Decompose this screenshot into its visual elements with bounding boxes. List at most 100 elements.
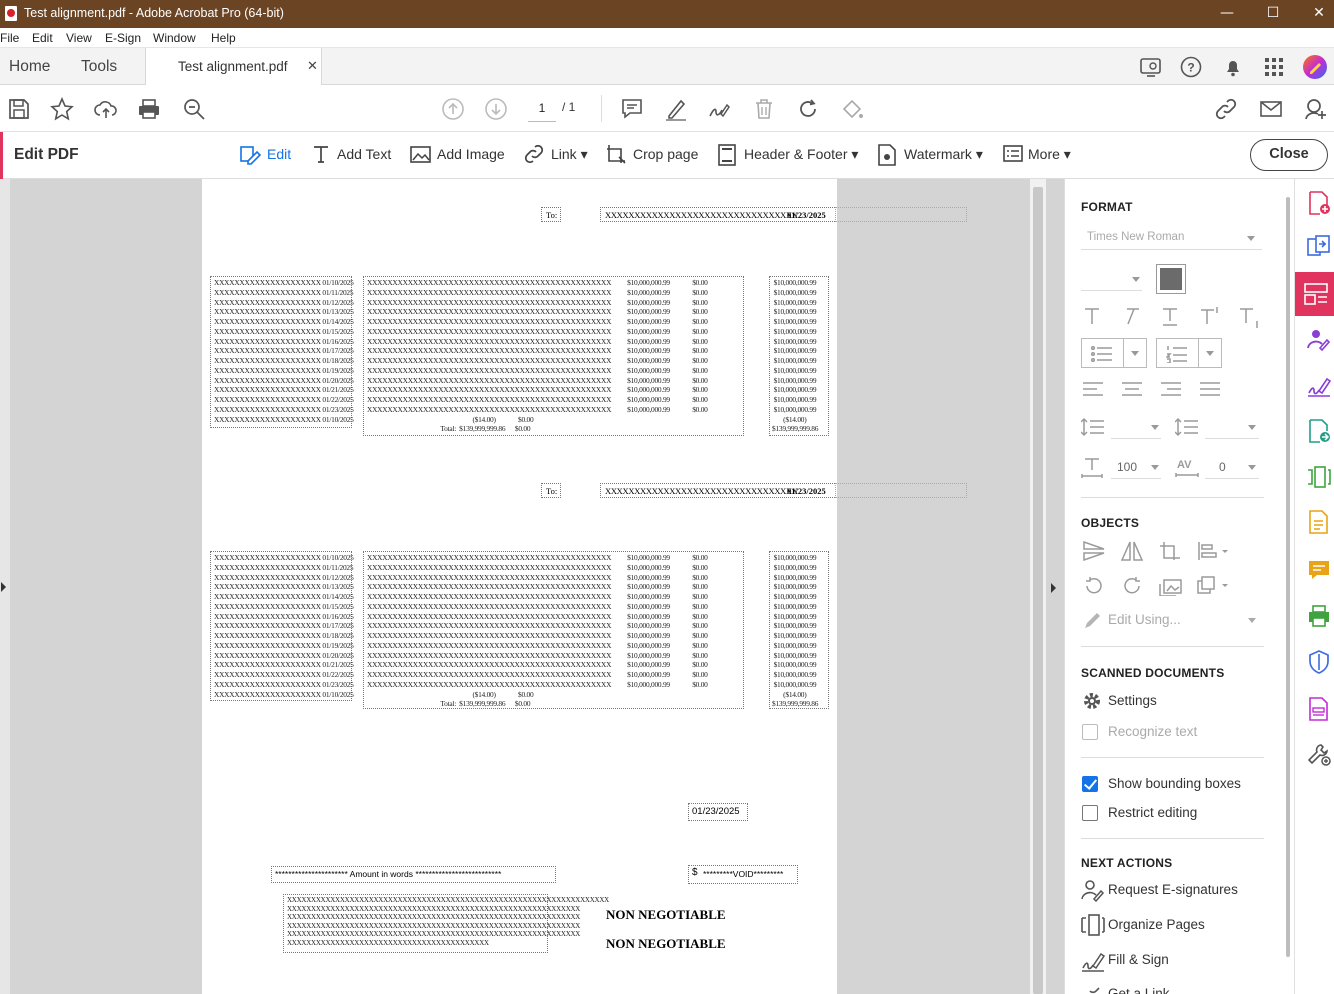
restrict-editing-checkbox[interactable] (1082, 805, 1098, 821)
text-underline-icon[interactable] (1161, 307, 1179, 327)
save-icon[interactable] (7, 97, 31, 121)
sign-pen-icon[interactable] (707, 97, 731, 121)
close-window-button[interactable]: ✕ (1296, 0, 1334, 28)
arrange-objects-icon[interactable] (1197, 576, 1229, 596)
fill-sign-tool-icon[interactable] (1307, 373, 1331, 397)
protect-shield-icon[interactable] (1307, 650, 1331, 674)
crop-page-button[interactable]: Crop page (606, 145, 698, 164)
share-screen-icon[interactable] (1139, 56, 1163, 78)
text-superscript-icon[interactable] (1200, 306, 1222, 326)
combine-files-icon[interactable] (1307, 235, 1331, 259)
recognize-text-checkbox[interactable] (1082, 724, 1098, 740)
tab-document[interactable]: Test alignment.pdf ✕ (145, 48, 322, 85)
tab-home[interactable]: Home (9, 58, 50, 76)
fill-color-icon[interactable] (840, 97, 864, 121)
header-footer-button[interactable]: Header & Footer ▾ (718, 144, 858, 166)
add-image-button[interactable]: Add Image (410, 146, 505, 163)
font-color-swatch[interactable] (1156, 264, 1186, 294)
tab-tools[interactable]: Tools (81, 58, 117, 76)
comment-tool-icon[interactable] (1307, 558, 1331, 582)
paragraph-spacing-select[interactable] (1205, 415, 1259, 439)
line-spacing-icon[interactable] (1081, 417, 1105, 437)
zoom-search-icon[interactable] (182, 97, 206, 121)
bookmark-star-icon[interactable] (50, 97, 74, 121)
line-spacing-select[interactable] (1111, 415, 1161, 439)
fill-sign-icon[interactable] (1081, 948, 1105, 972)
paragraph-spacing-icon[interactable] (1175, 417, 1199, 437)
maximize-button[interactable]: ☐ (1250, 0, 1296, 28)
menu-view[interactable]: View (66, 31, 92, 45)
collapse-right-panel-icon[interactable] (1050, 582, 1058, 594)
scale-select[interactable]: 100 (1111, 455, 1161, 479)
previous-page-icon[interactable] (441, 97, 465, 121)
get-link-icon[interactable] (1081, 983, 1105, 994)
align-justify-icon[interactable] (1200, 382, 1220, 397)
edit-using-pencil-icon[interactable] (1083, 610, 1103, 630)
request-esignatures-icon[interactable] (1081, 878, 1105, 902)
edit-using-label[interactable]: Edit Using... (1108, 612, 1181, 627)
edit-pdf-tool-active[interactable] (1295, 272, 1334, 316)
link-dropdown-button[interactable]: Link ▾ (523, 144, 588, 164)
highlight-pen-icon[interactable] (664, 97, 688, 121)
pdf-page[interactable]: To: XXXXXXXXXXXXXXXXXXXXXXXXXXXXXXXXX 01… (202, 179, 967, 994)
tracking-select[interactable]: 0 (1205, 455, 1259, 479)
vertical-scrollbar[interactable] (1030, 179, 1046, 994)
organize-pages-tool-icon[interactable] (1307, 465, 1331, 489)
prepare-form-icon[interactable] (1307, 697, 1331, 721)
rotate-left-icon[interactable] (1083, 576, 1105, 596)
menu-esign[interactable]: E-Sign (105, 31, 141, 45)
next-page-icon[interactable] (484, 97, 508, 121)
align-center-icon[interactable] (1122, 382, 1142, 397)
more-button[interactable]: More ▾ (1003, 145, 1071, 163)
add-text-button[interactable]: Add Text (312, 146, 391, 163)
font-size-select[interactable] (1081, 267, 1142, 291)
text-subscript-icon[interactable] (1239, 307, 1261, 329)
close-edit-button[interactable]: Close (1250, 139, 1328, 171)
organize-pages-icon[interactable] (1081, 913, 1105, 937)
help-icon[interactable]: ? (1180, 56, 1202, 78)
align-objects-icon[interactable] (1197, 541, 1229, 561)
settings-gear-icon[interactable] (1082, 691, 1102, 711)
more-tools-wrench-icon[interactable] (1307, 742, 1331, 766)
share-link-icon[interactable] (1214, 97, 1238, 121)
minimize-button[interactable]: — (1204, 0, 1250, 28)
comment-icon[interactable] (620, 97, 644, 121)
scrollbar-thumb[interactable] (1033, 187, 1043, 994)
close-tab-icon[interactable]: ✕ (307, 58, 318, 74)
flip-horizontal-icon[interactable] (1121, 541, 1143, 561)
character-spacing-icon[interactable]: AV (1175, 457, 1199, 479)
text-italic-icon[interactable] (1122, 307, 1140, 325)
crop-object-icon[interactable] (1159, 541, 1181, 563)
page-number-input[interactable]: 1 (528, 96, 556, 122)
add-user-icon[interactable] (1303, 97, 1327, 121)
fill-sign-label[interactable]: Fill & Sign (1108, 952, 1169, 967)
expand-left-panel-icon[interactable] (0, 581, 8, 593)
user-avatar-icon[interactable] (1302, 54, 1328, 80)
numbered-list-select[interactable] (1156, 338, 1222, 368)
rotate-icon[interactable] (796, 97, 820, 121)
horizontal-scale-icon[interactable] (1081, 457, 1103, 479)
chevron-down-icon[interactable] (1248, 618, 1256, 623)
align-left-icon[interactable] (1083, 382, 1103, 397)
delete-trash-icon[interactable] (752, 97, 776, 121)
apps-grid-icon[interactable] (1263, 56, 1285, 78)
create-pdf-icon[interactable] (1307, 191, 1331, 215)
replace-image-icon[interactable] (1159, 576, 1183, 596)
menu-help[interactable]: Help (211, 31, 236, 45)
request-signatures-tool-icon[interactable] (1307, 327, 1331, 351)
show-bounding-boxes-checkbox[interactable] (1082, 776, 1098, 792)
print-production-icon[interactable] (1307, 604, 1331, 628)
edit-tool-button[interactable]: Edit (240, 146, 291, 165)
export-pdf-icon[interactable] (1307, 419, 1331, 443)
panel-scrollbar[interactable] (1286, 197, 1290, 957)
align-right-icon[interactable] (1161, 382, 1181, 397)
text-normal-icon[interactable] (1083, 307, 1101, 325)
settings-label[interactable]: Settings (1108, 693, 1157, 708)
menu-file[interactable]: File (0, 31, 19, 45)
request-esignatures-label[interactable]: Request E-signatures (1108, 882, 1238, 897)
scan-ocr-icon[interactable] (1307, 510, 1331, 534)
bullet-list-select[interactable] (1081, 338, 1147, 368)
menu-edit[interactable]: Edit (32, 31, 53, 45)
font-select[interactable]: Times New Roman (1081, 226, 1262, 250)
menu-window[interactable]: Window (153, 31, 196, 45)
